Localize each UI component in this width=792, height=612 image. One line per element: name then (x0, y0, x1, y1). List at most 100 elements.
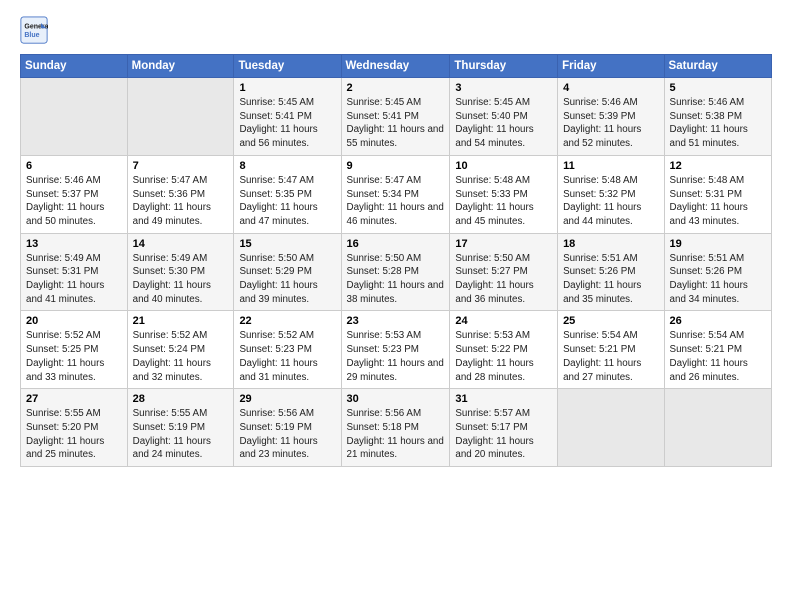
calendar-cell: 1Sunrise: 5:45 AM Sunset: 5:41 PM Daylig… (234, 78, 341, 156)
calendar-cell: 7 Sunrise: 5:47 AM Sunset: 5:36 PM Daylig… (127, 155, 234, 233)
day-info: Sunrise: 5:45 AM Sunset: 5:41 PM Dayligh… (239, 96, 335, 151)
day-number: 31 (455, 393, 552, 405)
day-info: Sunrise: 5:52 AM Sunset: 5:25 PM Dayligh… (26, 329, 122, 384)
day-info: Sunrise: 5:50 AM Sunset: 5:27 PM Dayligh… (455, 252, 552, 307)
calendar-cell: 18Sunrise: 5:51 AM Sunset: 5:26 PM Dayli… (558, 233, 664, 311)
day-number: 20 (26, 315, 122, 327)
day-info: Sunrise: 5:56 AM Sunset: 5:19 PM Dayligh… (239, 407, 335, 462)
weekday-header-saturday: Saturday (664, 55, 771, 78)
weekday-header-thursday: Thursday (450, 55, 558, 78)
calendar-cell: 3 Sunrise: 5:45 AM Sunset: 5:40 PM Daylig… (450, 78, 558, 156)
calendar-cell: 15 Sunrise: 5:50 AM Sunset: 5:29 PM Dayli… (234, 233, 341, 311)
calendar-cell: 11 Sunrise: 5:48 AM Sunset: 5:32 PM Dayli… (558, 155, 664, 233)
calendar-cell: 9 Sunrise: 5:47 AM Sunset: 5:34 PM Daylig… (341, 155, 450, 233)
day-info: Sunrise: 5:48 AM Sunset: 5:32 PM Dayligh… (563, 174, 658, 229)
calendar-cell: 26 Sunrise: 5:54 AM Sunset: 5:21 PM Dayli… (664, 311, 771, 389)
day-number: 8 (239, 160, 335, 172)
day-number: 16 (347, 238, 445, 250)
weekday-header-wednesday: Wednesday (341, 55, 450, 78)
day-info: Sunrise: 5:54 AM Sunset: 5:21 PM Dayligh… (670, 329, 766, 384)
calendar-cell: 4 Sunrise: 5:46 AM Sunset: 5:39 PM Daylig… (558, 78, 664, 156)
day-info: Sunrise: 5:53 AM Sunset: 5:23 PM Dayligh… (347, 329, 445, 384)
day-number: 4 (563, 82, 658, 94)
calendar-cell: 17 Sunrise: 5:50 AM Sunset: 5:27 PM Dayli… (450, 233, 558, 311)
calendar-page: General Blue SundayMondayTuesdayWednesda… (0, 0, 792, 612)
calendar-cell (127, 78, 234, 156)
day-info: Sunrise: 5:46 AM Sunset: 5:39 PM Dayligh… (563, 96, 658, 151)
day-info: Sunrise: 5:49 AM Sunset: 5:31 PM Dayligh… (26, 252, 122, 307)
day-number: 21 (133, 315, 229, 327)
header: General Blue (20, 16, 772, 44)
day-number: 9 (347, 160, 445, 172)
day-info: Sunrise: 5:50 AM Sunset: 5:28 PM Dayligh… (347, 252, 445, 307)
day-number: 29 (239, 393, 335, 405)
day-number: 6 (26, 160, 122, 172)
weekday-header-monday: Monday (127, 55, 234, 78)
week-row-3: 13 Sunrise: 5:49 AM Sunset: 5:31 PM Dayli… (21, 233, 772, 311)
calendar-cell: 13 Sunrise: 5:49 AM Sunset: 5:31 PM Dayli… (21, 233, 128, 311)
day-info: Sunrise: 5:47 AM Sunset: 5:34 PM Dayligh… (347, 174, 445, 229)
day-info: Sunrise: 5:52 AM Sunset: 5:23 PM Dayligh… (239, 329, 335, 384)
day-number: 2 (347, 82, 445, 94)
day-info: Sunrise: 5:46 AM Sunset: 5:38 PM Dayligh… (670, 96, 766, 151)
day-info: Sunrise: 5:55 AM Sunset: 5:20 PM Dayligh… (26, 407, 122, 462)
calendar-cell (558, 389, 664, 467)
day-number: 24 (455, 315, 552, 327)
day-info: Sunrise: 5:46 AM Sunset: 5:37 PM Dayligh… (26, 174, 122, 229)
day-number: 11 (563, 160, 658, 172)
day-number: 17 (455, 238, 552, 250)
day-number: 15 (239, 238, 335, 250)
day-info: Sunrise: 5:50 AM Sunset: 5:29 PM Dayligh… (239, 252, 335, 307)
day-info: Sunrise: 5:45 AM Sunset: 5:40 PM Dayligh… (455, 96, 552, 151)
day-number: 14 (133, 238, 229, 250)
weekday-header-friday: Friday (558, 55, 664, 78)
calendar-cell: 25 Sunrise: 5:54 AM Sunset: 5:21 PM Dayli… (558, 311, 664, 389)
day-number: 25 (563, 315, 658, 327)
day-info: Sunrise: 5:49 AM Sunset: 5:30 PM Dayligh… (133, 252, 229, 307)
day-number: 18 (563, 238, 658, 250)
calendar-cell: 19 Sunrise: 5:51 AM Sunset: 5:26 PM Dayli… (664, 233, 771, 311)
calendar-cell (664, 389, 771, 467)
calendar-cell: 24Sunrise: 5:53 AM Sunset: 5:22 PM Dayli… (450, 311, 558, 389)
logo-icon: General Blue (20, 16, 48, 44)
weekday-header-sunday: Sunday (21, 55, 128, 78)
calendar-cell: 6 Sunrise: 5:46 AM Sunset: 5:37 PM Daylig… (21, 155, 128, 233)
day-info: Sunrise: 5:54 AM Sunset: 5:21 PM Dayligh… (563, 329, 658, 384)
calendar-cell: 29 Sunrise: 5:56 AM Sunset: 5:19 PM Dayli… (234, 389, 341, 467)
day-info: Sunrise: 5:51 AM Sunset: 5:26 PM Dayligh… (670, 252, 766, 307)
calendar-cell: 16 Sunrise: 5:50 AM Sunset: 5:28 PM Dayli… (341, 233, 450, 311)
logo: General Blue (20, 16, 48, 44)
day-info: Sunrise: 5:47 AM Sunset: 5:35 PM Dayligh… (239, 174, 335, 229)
day-number: 12 (670, 160, 766, 172)
week-row-1: 1Sunrise: 5:45 AM Sunset: 5:41 PM Daylig… (21, 78, 772, 156)
calendar-cell: 12Sunrise: 5:48 AM Sunset: 5:31 PM Dayli… (664, 155, 771, 233)
calendar-cell: 21 Sunrise: 5:52 AM Sunset: 5:24 PM Dayli… (127, 311, 234, 389)
day-info: Sunrise: 5:48 AM Sunset: 5:33 PM Dayligh… (455, 174, 552, 229)
day-number: 28 (133, 393, 229, 405)
calendar-cell: 31Sunrise: 5:57 AM Sunset: 5:17 PM Dayli… (450, 389, 558, 467)
day-number: 23 (347, 315, 445, 327)
day-info: Sunrise: 5:52 AM Sunset: 5:24 PM Dayligh… (133, 329, 229, 384)
day-info: Sunrise: 5:47 AM Sunset: 5:36 PM Dayligh… (133, 174, 229, 229)
day-number: 5 (670, 82, 766, 94)
calendar-cell: 28Sunrise: 5:55 AM Sunset: 5:19 PM Dayli… (127, 389, 234, 467)
week-row-5: 27 Sunrise: 5:55 AM Sunset: 5:20 PM Dayli… (21, 389, 772, 467)
calendar-cell (21, 78, 128, 156)
day-number: 27 (26, 393, 122, 405)
day-number: 19 (670, 238, 766, 250)
day-number: 22 (239, 315, 335, 327)
day-number: 10 (455, 160, 552, 172)
day-number: 30 (347, 393, 445, 405)
day-number: 3 (455, 82, 552, 94)
day-number: 7 (133, 160, 229, 172)
day-info: Sunrise: 5:45 AM Sunset: 5:41 PM Dayligh… (347, 96, 445, 151)
week-row-4: 20 Sunrise: 5:52 AM Sunset: 5:25 PM Dayli… (21, 311, 772, 389)
day-number: 26 (670, 315, 766, 327)
calendar-cell: 10 Sunrise: 5:48 AM Sunset: 5:33 PM Dayli… (450, 155, 558, 233)
calendar-cell: 20 Sunrise: 5:52 AM Sunset: 5:25 PM Dayli… (21, 311, 128, 389)
calendar-cell: 5 Sunrise: 5:46 AM Sunset: 5:38 PM Daylig… (664, 78, 771, 156)
day-number: 13 (26, 238, 122, 250)
calendar-cell: 2 Sunrise: 5:45 AM Sunset: 5:41 PM Daylig… (341, 78, 450, 156)
weekday-header-row: SundayMondayTuesdayWednesdayThursdayFrid… (21, 55, 772, 78)
weekday-header-tuesday: Tuesday (234, 55, 341, 78)
